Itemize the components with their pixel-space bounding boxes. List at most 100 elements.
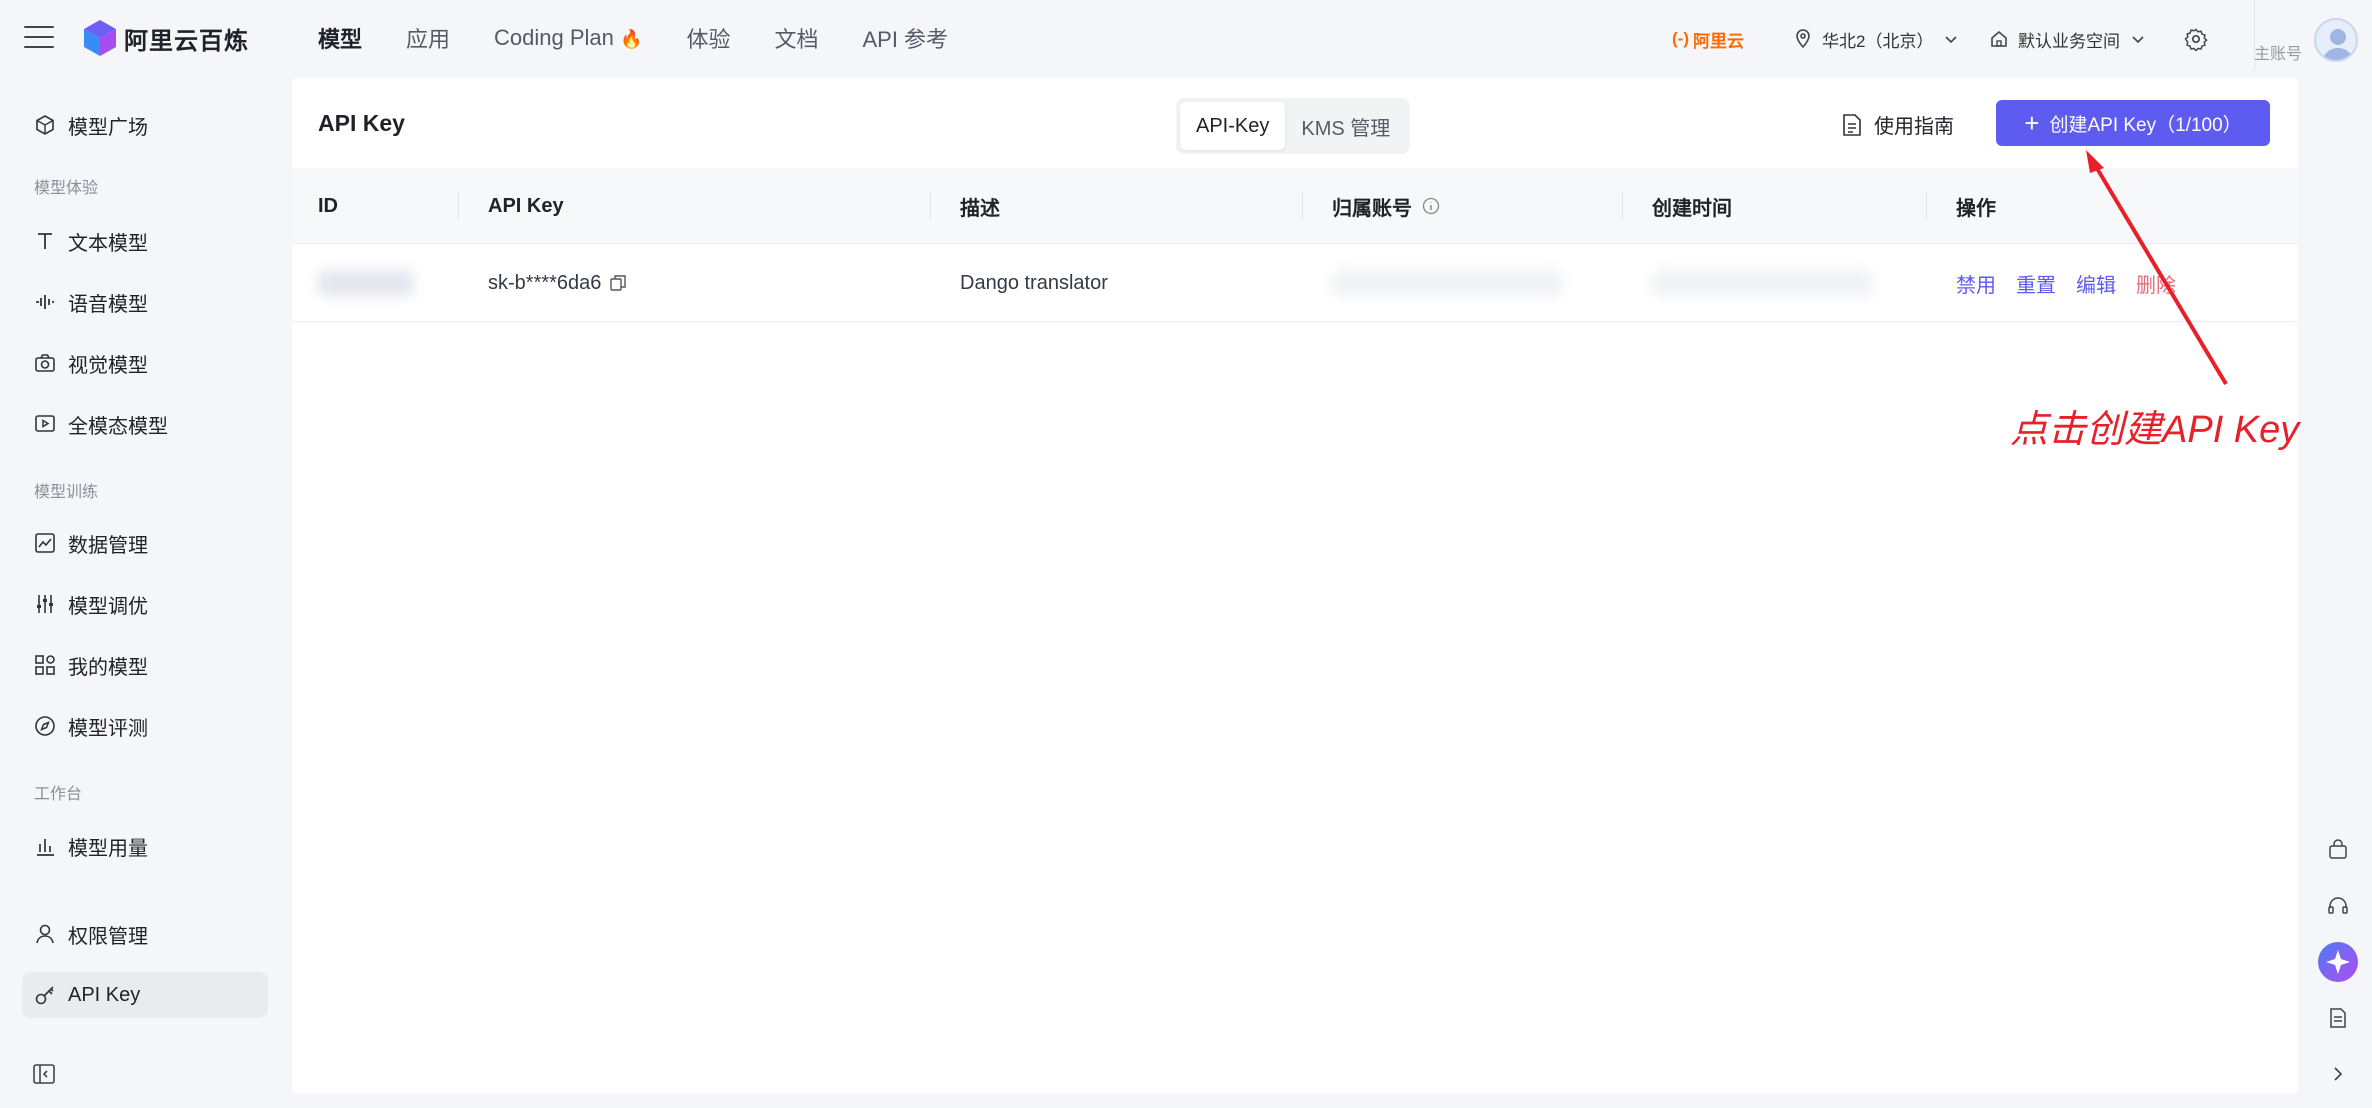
sidebar-item-label: 文本模型 — [68, 232, 148, 255]
reset-button[interactable]: 重置 — [2016, 269, 2056, 298]
tab-kms-management[interactable]: KMS 管理 — [1285, 102, 1406, 150]
nav-coding-plan-label: Coding Plan — [494, 25, 614, 50]
column-separator — [1622, 192, 1623, 220]
key-type-tabs: API-Key KMS 管理 — [1176, 98, 1411, 154]
aliyun-bracket-icon: (-) — [1672, 29, 1689, 48]
sidebar-group-workbench: 工作台 — [34, 786, 83, 803]
workspace-selector[interactable]: 默认业务空间 — [1990, 22, 2146, 56]
sliders-icon — [37, 595, 53, 613]
nav-api-reference[interactable]: API 参考 — [862, 22, 948, 54]
account-type-label: 主账号 — [2254, 46, 2303, 63]
top-bar: 阿里云百炼 模型 应用 Coding Plan 🔥 体验 文档 API 参考 (… — [0, 0, 2372, 78]
aliyun-label: 阿里云 — [1692, 31, 1744, 51]
media-play-icon — [35, 415, 55, 432]
copy-icon[interactable] — [609, 274, 627, 292]
sidebar-item-model-evaluation[interactable]: 模型评测 — [22, 703, 268, 749]
table-header: ID API Key 描述 归属账号 创建时间 操作 — [292, 168, 2298, 244]
ai-assistant-icon[interactable] — [2316, 940, 2360, 984]
usage-guide-label: 使用指南 — [1874, 116, 1954, 138]
compass-icon — [35, 716, 55, 736]
key-icon — [35, 986, 54, 1005]
sidebar-item-permission-management[interactable]: 权限管理 — [22, 911, 268, 957]
flame-icon: 🔥 — [620, 29, 643, 49]
info-icon[interactable] — [1422, 197, 1440, 215]
apps-grid-icon — [35, 655, 55, 675]
disable-button[interactable]: 禁用 — [1956, 269, 1996, 298]
sidebar-item-label: 我的模型 — [68, 656, 148, 679]
column-separator — [1926, 192, 1927, 220]
tab-api-key[interactable]: API-Key — [1180, 102, 1286, 150]
region-selector[interactable]: 华北2（北京） — [1794, 22, 1959, 56]
sidebar-item-api-key[interactable]: API Key — [22, 972, 268, 1018]
user-avatar[interactable] — [2314, 18, 2358, 62]
top-navigation: 模型 应用 Coding Plan 🔥 体验 文档 API 参考 — [318, 22, 948, 54]
column-api-key: API Key — [488, 194, 564, 217]
column-description: 描述 — [960, 197, 1000, 220]
nav-application[interactable]: 应用 — [406, 22, 450, 54]
sidebar-item-label: 模型调优 — [68, 595, 148, 618]
sidebar-item-model-tuning[interactable]: 模型调优 — [22, 581, 268, 627]
usage-guide-link[interactable]: 使用指南 — [1842, 110, 1954, 139]
chart-line-icon — [35, 533, 55, 553]
cell-description: Dango translator — [960, 271, 1108, 294]
sidebar-item-text-model[interactable]: 文本模型 — [22, 218, 268, 264]
column-separator — [930, 192, 931, 220]
headset-support-icon[interactable] — [2322, 890, 2354, 922]
column-owner-account: 归属账号 — [1332, 168, 1440, 244]
sidebar-item-label: 视觉模型 — [68, 354, 148, 377]
chevron-down-icon — [2132, 36, 2144, 44]
sidebar-item-model-square[interactable]: 模型广场 — [22, 102, 268, 148]
sidebar-item-label: 权限管理 — [68, 925, 148, 948]
home-icon — [1991, 30, 2007, 47]
store-bag-icon[interactable] — [2322, 834, 2354, 866]
hamburger-menu-icon[interactable] — [24, 26, 54, 50]
sidebar-item-label: 数据管理 — [68, 534, 148, 557]
column-actions: 操作 — [1956, 197, 1996, 220]
aliyun-link[interactable]: (-) 阿里云 — [1672, 22, 1744, 56]
sidebar-item-my-models[interactable]: 我的模型 — [22, 642, 268, 688]
nav-docs[interactable]: 文档 — [774, 22, 818, 54]
sidebar-item-vision-model[interactable]: 视觉模型 — [22, 340, 268, 386]
nav-coding-plan[interactable]: Coding Plan 🔥 — [494, 25, 642, 51]
sidebar-item-label: 模型评测 — [68, 717, 148, 740]
sidebar-item-speech-model[interactable]: 语音模型 — [22, 279, 268, 325]
text-t-icon — [38, 233, 52, 249]
column-created-time: 创建时间 — [1652, 197, 1732, 220]
sidebar-item-data-management[interactable]: 数据管理 — [22, 520, 268, 566]
column-separator — [1302, 192, 1303, 220]
edit-button[interactable]: 编辑 — [2076, 269, 2116, 298]
document-icon — [1843, 113, 1861, 136]
annotation-label: 点击创建API Key — [2010, 409, 2300, 451]
cell-id-redacted — [318, 244, 414, 322]
sidebar-item-label: 语音模型 — [68, 293, 148, 316]
create-api-key-button[interactable]: + 创建API Key（1/100） — [1996, 100, 2270, 146]
column-owner-account-label: 归属账号 — [1332, 197, 1412, 220]
cell-api-key: sk-b****6da6 — [488, 244, 627, 322]
sidebar-item-omni-model[interactable]: 全模态模型 — [22, 401, 268, 447]
waveform-icon — [36, 295, 54, 309]
nav-model[interactable]: 模型 — [318, 22, 362, 54]
location-pin-icon — [1796, 29, 1810, 49]
sidebar-group-model-experience: 模型体验 — [34, 180, 99, 197]
cube-icon — [36, 115, 54, 135]
settings-gear-icon[interactable] — [2184, 22, 2208, 56]
nav-experience[interactable]: 体验 — [686, 22, 730, 54]
cell-created-redacted — [1652, 244, 1872, 322]
sidebar-group-model-training: 模型训练 — [34, 484, 99, 501]
sidebar-item-model-usage[interactable]: 模型用量 — [22, 823, 268, 869]
notes-document-icon[interactable] — [2322, 1002, 2354, 1034]
column-id: ID — [318, 194, 338, 217]
sidebar-item-label: 模型广场 — [68, 116, 148, 139]
camera-icon — [35, 354, 55, 372]
chevron-right-icon[interactable] — [2322, 1058, 2354, 1090]
sidebar-item-label: 全模态模型 — [68, 415, 168, 438]
brand-logo[interactable]: 阿里云百炼 — [84, 20, 249, 56]
collapse-sidebar-icon[interactable] — [32, 1062, 56, 1091]
table-row: sk-b****6da6 Dango translator 禁用 重置 编辑 删… — [292, 244, 2298, 322]
cell-actions: 禁用 重置 编辑 删除 — [1956, 244, 2196, 322]
page-title: API Key — [318, 110, 405, 136]
sidebar: 模型广场 模型体验 文本模型 语音模型 视觉模型 全模态模型 模型训练 数据管理… — [0, 78, 290, 1108]
delete-button[interactable]: 删除 — [2136, 269, 2176, 298]
workspace-label: 默认业务空间 — [2018, 31, 2120, 51]
create-api-key-label: 创建API Key（1/100） — [2049, 114, 2242, 136]
